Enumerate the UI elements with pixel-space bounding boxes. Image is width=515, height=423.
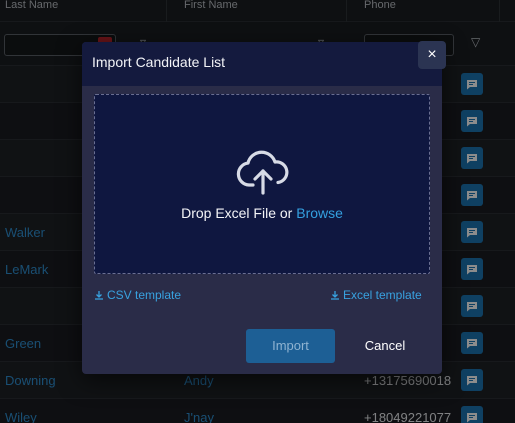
csv-template-link[interactable]: CSV template — [94, 288, 181, 302]
drop-instructions: Drop Excel File or Browse — [95, 205, 429, 221]
dialog-header: Import Candidate List — [82, 42, 442, 86]
close-icon: × — [427, 46, 437, 63]
cancel-button[interactable]: Cancel — [352, 329, 418, 363]
download-icon — [95, 291, 103, 300]
dialog-title: Import Candidate List — [92, 54, 226, 70]
drop-text: Drop Excel File or — [181, 205, 297, 221]
import-button[interactable]: Import — [246, 329, 335, 363]
excel-template-label[interactable]: Excel template — [343, 288, 422, 302]
download-icon — [331, 291, 339, 300]
csv-template-label[interactable]: CSV template — [107, 288, 181, 302]
excel-template-link[interactable]: Excel template — [330, 288, 422, 302]
close-button[interactable]: × — [418, 41, 446, 69]
browse-link[interactable]: Browse — [296, 205, 343, 221]
file-drop-zone[interactable]: Drop Excel File or Browse — [94, 94, 430, 274]
cloud-upload-icon — [236, 150, 289, 195]
import-dialog: Import Candidate List × Drop Excel File … — [82, 41, 446, 374]
